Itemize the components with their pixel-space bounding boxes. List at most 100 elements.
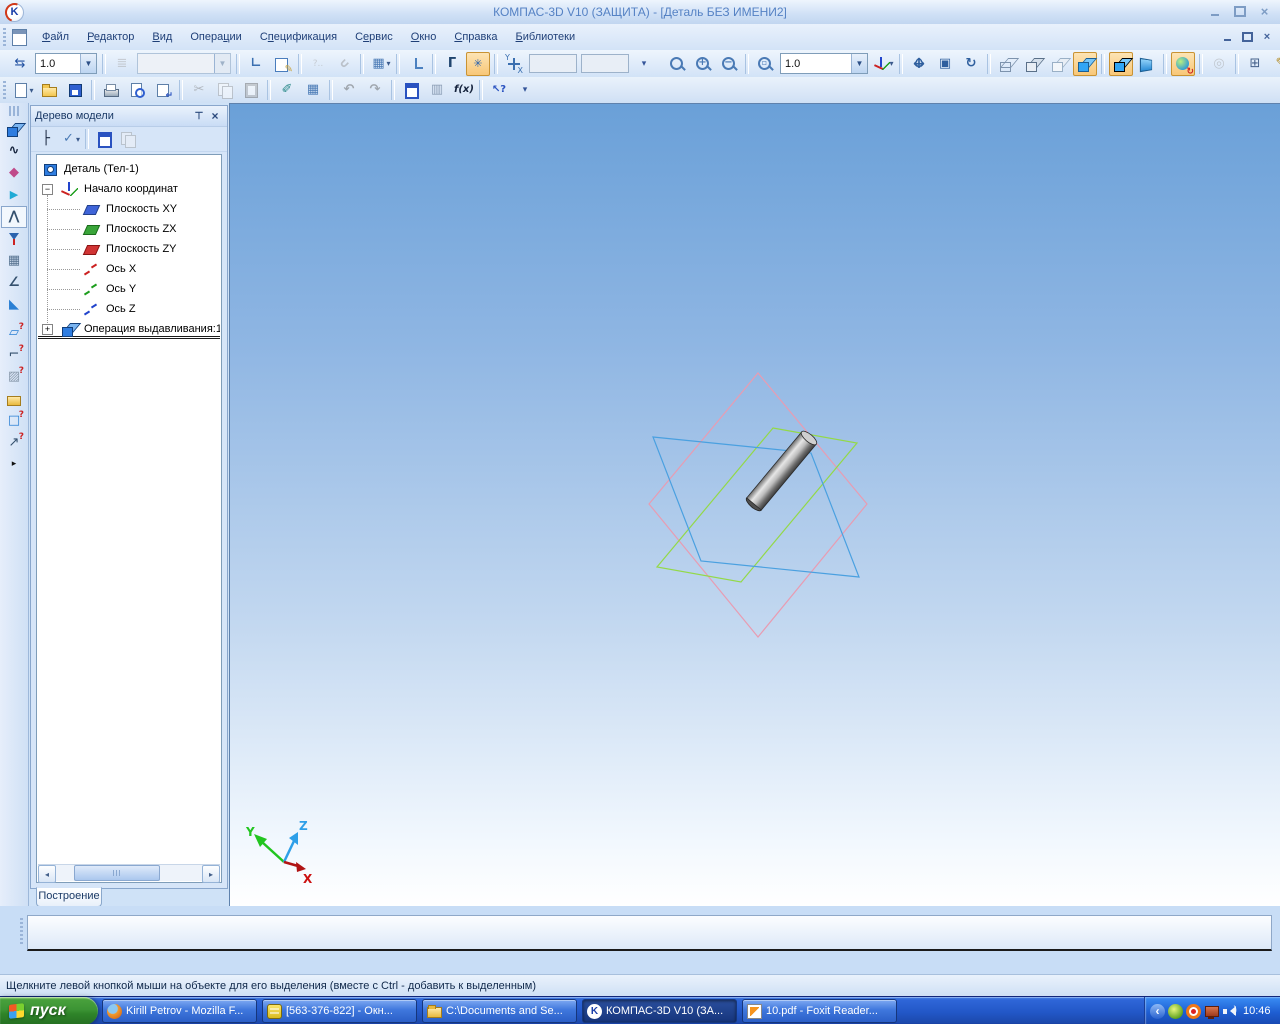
sheet-metal-body-button[interactable]	[1, 294, 27, 316]
tree-item[interactable]: Плоскость ZX	[38, 219, 220, 239]
variables-window-button[interactable]	[399, 78, 423, 102]
property-bar-grip[interactable]	[20, 918, 23, 946]
scroll-left-arrow-icon[interactable]: ◂	[38, 865, 56, 883]
report-button[interactable]	[93, 128, 115, 150]
toolbar-grip[interactable]	[3, 81, 6, 99]
pan-button[interactable]	[907, 52, 931, 76]
menu-спецификация[interactable]: Спецификация	[251, 27, 346, 47]
zoom-area-button[interactable]	[665, 52, 689, 76]
restore-button[interactable]	[1230, 4, 1249, 19]
chevron-down-icon[interactable]: ▼	[851, 54, 867, 73]
panel-close-icon[interactable]: ×	[207, 109, 223, 124]
specification-button[interactable]	[1, 250, 27, 272]
rebuild-model-button[interactable]	[1243, 52, 1267, 76]
check-hatch-button[interactable]	[1, 366, 27, 388]
library-folder-button[interactable]	[1, 388, 27, 410]
insert-fragment-button[interactable]	[151, 78, 175, 102]
tree-item[interactable]: − Начало координат	[38, 179, 220, 199]
hidden-lines-thin-display-button[interactable]	[1047, 52, 1071, 76]
tree-item[interactable]: Ось Y	[38, 279, 220, 299]
spreadsheet-button[interactable]	[301, 78, 325, 102]
grid-button[interactable]: ▾	[368, 52, 392, 76]
hidden-lines-display-button[interactable]	[1021, 52, 1045, 76]
start-button[interactable]: пуск	[0, 997, 98, 1024]
taskbar-button[interactable]: Kirill Petrov - Mozilla F...	[102, 999, 257, 1023]
menu-сервис[interactable]: Сервис	[346, 27, 402, 47]
menu-окно[interactable]: Окно	[402, 27, 446, 47]
rotate-view-button[interactable]	[959, 52, 983, 76]
filters-button[interactable]	[1, 228, 27, 250]
taskbar-button[interactable]: КОМПАС-3D V10 (ЗА...	[582, 999, 737, 1023]
sketch-table-button[interactable]	[270, 52, 294, 76]
new-document-button[interactable]: ▾	[11, 78, 35, 102]
menu-редактор[interactable]: Редактор	[78, 27, 143, 47]
zoom-combo[interactable]: 1.0 ▼	[780, 53, 868, 74]
check-direction-button[interactable]	[1, 432, 27, 454]
tree-item[interactable]: Ось X	[38, 259, 220, 279]
perspective-display-button[interactable]	[1135, 52, 1159, 76]
check-plane-button[interactable]	[1, 322, 27, 344]
mdi-minimize-button[interactable]	[1219, 30, 1235, 43]
coords-display-button[interactable]	[502, 52, 526, 76]
taskbar-button[interactable]: [563-376-822] - Окн...	[262, 999, 417, 1023]
pin-icon[interactable]: ⊤	[191, 109, 207, 124]
snaps-button[interactable]	[466, 51, 490, 76]
menu-операции[interactable]: Операции	[181, 27, 250, 47]
zoom-by-scale-button[interactable]	[753, 52, 777, 76]
scrollbar-track[interactable]	[56, 865, 202, 881]
menu-справка[interactable]: Справка	[445, 27, 506, 47]
simplified-display-button[interactable]	[1171, 51, 1195, 77]
surfaces-button[interactable]	[1, 162, 27, 184]
zoom-window-button[interactable]	[933, 52, 957, 76]
shaded-wireframe-display-button[interactable]	[1109, 51, 1133, 76]
compact-panel-grip[interactable]	[9, 106, 19, 116]
edit-vertices-button[interactable]	[244, 52, 268, 76]
sketch-mode-button[interactable]	[1269, 52, 1280, 76]
shaded-display-button[interactable]	[1073, 51, 1097, 76]
local-csys-button[interactable]	[404, 52, 428, 76]
scrollbar-thumb[interactable]	[73, 865, 161, 881]
save-document-button[interactable]	[63, 78, 87, 102]
tree-horizontal-scrollbar[interactable]: ◂ ▸	[38, 864, 220, 883]
tray-messenger-icon[interactable]	[1168, 1003, 1183, 1019]
close-button[interactable]: ×	[1255, 4, 1274, 19]
tray-collapse-icon[interactable]	[1150, 1003, 1165, 1019]
taskbar-button[interactable]: 10.pdf - Foxit Reader...	[742, 999, 897, 1023]
current-step-button[interactable]	[8, 52, 32, 76]
menu-библиотеки[interactable]: Библиотеки	[507, 27, 585, 47]
tree-item[interactable]: Плоскость ZY	[38, 239, 220, 259]
toolbar-options-standard-button[interactable]	[513, 78, 537, 102]
orthogonal-drawing-button[interactable]	[440, 52, 464, 76]
tree-item[interactable]: Плоскость XY	[38, 199, 220, 219]
chevron-down-icon[interactable]: ▼	[80, 54, 96, 73]
tray-agent-icon[interactable]	[1186, 1003, 1201, 1019]
conditional-marks-button[interactable]	[1, 272, 27, 294]
mdi-restore-button[interactable]	[1239, 30, 1255, 43]
menu-вид[interactable]: Вид	[143, 27, 181, 47]
check-contour-button[interactable]	[1, 344, 27, 366]
wireframe-display-button[interactable]	[995, 52, 1019, 76]
property-bar[interactable]	[27, 915, 1272, 951]
tree-item[interactable]: + Операция выдавливания:1	[38, 319, 220, 339]
macros-button[interactable]	[425, 78, 449, 102]
scroll-right-arrow-icon[interactable]: ▸	[202, 865, 220, 883]
compact-expand-icon[interactable]: ▸	[0, 458, 28, 469]
copy-properties-button[interactable]	[275, 78, 299, 102]
tree-item[interactable]: Ось Z	[38, 299, 220, 319]
space-curves-button[interactable]	[1, 140, 27, 162]
collapse-icon[interactable]: −	[42, 184, 53, 195]
tray-volume-icon[interactable]: )	[1222, 1004, 1237, 1019]
context-help-button[interactable]	[487, 78, 511, 102]
zoom-in-button[interactable]	[691, 52, 715, 76]
expand-icon[interactable]: +	[42, 324, 53, 335]
tab-postroenie[interactable]: Построение	[36, 887, 102, 907]
edit-part-button[interactable]	[1, 118, 27, 140]
print-preview-button[interactable]	[125, 78, 149, 102]
zoom-out-button[interactable]	[717, 52, 741, 76]
check-body-button[interactable]	[1, 410, 27, 432]
menu-файл[interactable]: Файл	[33, 27, 78, 47]
toolbar-options-state-button[interactable]	[632, 52, 656, 76]
mdi-close-button[interactable]: ×	[1259, 30, 1275, 43]
minimize-button[interactable]	[1205, 4, 1224, 19]
viewport-3d[interactable]: Y Z X	[229, 103, 1280, 907]
